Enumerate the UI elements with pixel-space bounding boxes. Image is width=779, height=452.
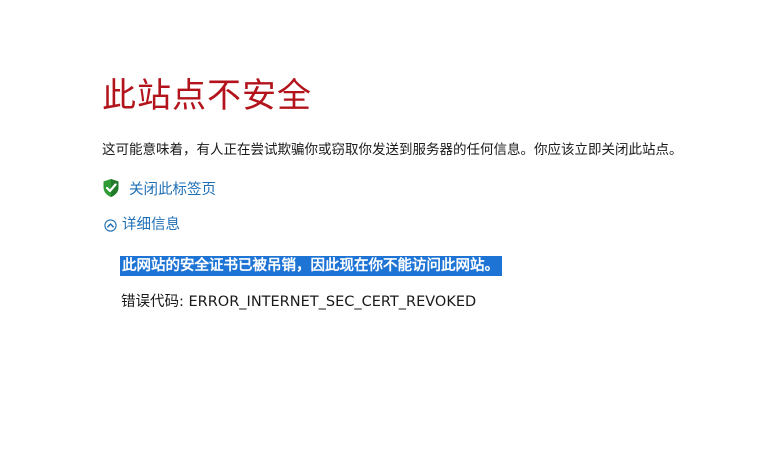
warning-description: 这可能意味着，有人正在尝试欺骗你或窃取你发送到服务器的任何信息。你应该立即关闭此… — [102, 142, 683, 158]
chevron-up-circle-icon — [104, 217, 117, 232]
close-tab-link[interactable]: 关闭此标签页 — [102, 177, 216, 199]
details-toggle-label: 详细信息 — [122, 216, 180, 233]
details-message: 此网站的安全证书已被吊销，因此现在你不能访问此网站。 — [120, 256, 502, 276]
green-shield-check-icon — [102, 178, 120, 198]
close-tab-label: 关闭此标签页 — [129, 181, 216, 198]
details-toggle[interactable]: 详细信息 — [104, 212, 180, 234]
page-title: 此站点不安全 — [102, 76, 312, 116]
error-code: 错误代码: ERROR_INTERNET_SEC_CERT_REVOKED — [121, 294, 477, 310]
security-warning-page: 此站点不安全 这可能意味着，有人正在尝试欺骗你或窃取你发送到服务器的任何信息。你… — [0, 0, 779, 452]
